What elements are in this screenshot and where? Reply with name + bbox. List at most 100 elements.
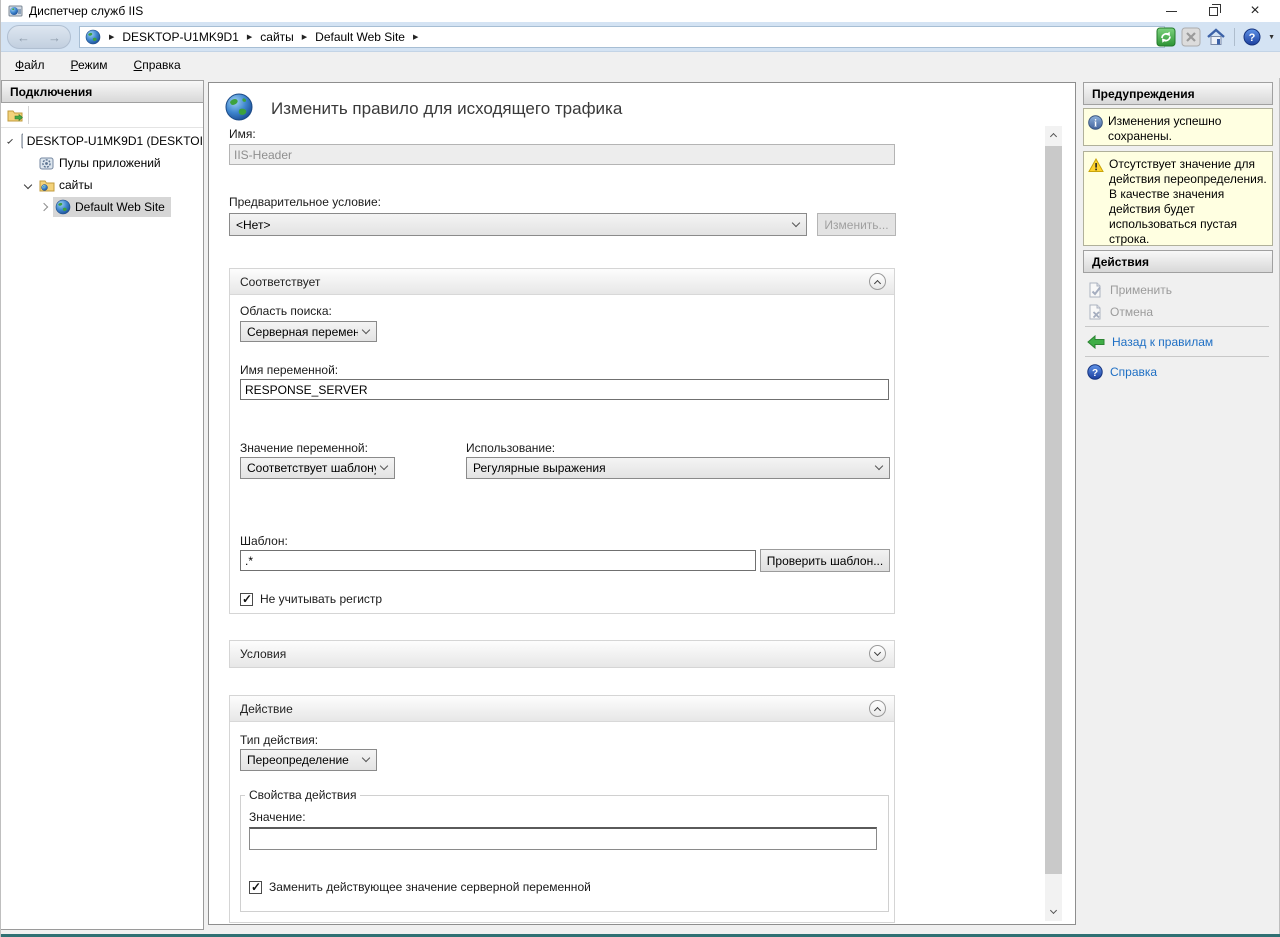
chevron-down-icon (362, 754, 370, 762)
collapse-button[interactable] (869, 273, 886, 290)
back-to-rules-action[interactable]: Назад к правилам (1087, 332, 1213, 352)
menu-view[interactable]: Режим (71, 58, 108, 72)
scope-label: Область поиска: (240, 304, 332, 318)
scope-value: Серверная переменн (247, 325, 358, 339)
connections-toolbar (1, 103, 203, 128)
using-value: Регулярные выражения (473, 461, 606, 475)
scrollbar-thumb[interactable] (1045, 146, 1062, 874)
chevron-down-icon (1050, 907, 1057, 914)
restore-icon (1209, 7, 1218, 16)
match-section-title: Соответствует (240, 275, 320, 289)
tree-item-server[interactable]: DESKTOP-U1MK9D1 (DESKTOI (1, 130, 203, 152)
action-type-label: Тип действия: (240, 733, 318, 747)
scroll-down-button[interactable] (1045, 902, 1062, 921)
back-to-rules-label: Назад к правилам (1112, 335, 1213, 349)
ignore-case-row[interactable]: Не учитывать регистр (240, 592, 382, 606)
menu-file[interactable]: Файл (15, 58, 45, 72)
chevron-down-icon (792, 218, 800, 226)
using-label: Использование: (466, 441, 555, 455)
site-globe-icon (55, 199, 71, 215)
action-value-field[interactable] (249, 827, 877, 850)
feature-globe-icon (224, 92, 254, 122)
selected-tree-item[interactable]: Default Web Site (53, 197, 171, 217)
expander-collapsed-icon[interactable] (40, 203, 48, 211)
breadcrumb-item-sites[interactable]: сайты (260, 30, 294, 44)
tree-item-label: DESKTOP-U1MK9D1 (DESKTOI (27, 134, 203, 148)
action-properties-group: Свойства действия Значение: Заменить дей… (240, 788, 889, 912)
expander-expanded-icon[interactable] (7, 138, 13, 144)
help-action[interactable]: ? Справка (1087, 362, 1157, 382)
ignore-case-checkbox[interactable] (240, 593, 253, 606)
warnings-header: Предупреждения (1083, 82, 1273, 105)
help-icon[interactable]: ? (1243, 28, 1261, 46)
tree-item-app-pools[interactable]: Пулы приложений (1, 152, 203, 174)
tree-item-sites[interactable]: сайты (1, 174, 203, 196)
help-dropdown-icon[interactable]: ▼ (1268, 34, 1275, 41)
variable-value-value: Соответствует шаблону (247, 461, 376, 475)
window-title: Диспетчер служб IIS (29, 4, 143, 18)
tree-item-label: Default Web Site (75, 200, 165, 214)
chevron-down-icon (874, 649, 881, 656)
precondition-label: Предварительное условие: (229, 195, 381, 209)
rule-editor-panel: Изменить правило для исходящего трафика … (208, 82, 1076, 925)
variable-name-field[interactable] (240, 379, 889, 400)
toolbar-divider (28, 106, 29, 124)
restore-button[interactable] (1193, 0, 1233, 22)
collapse-button[interactable] (869, 700, 886, 717)
test-pattern-button[interactable]: Проверить шаблон... (760, 549, 890, 572)
scroll-up-button[interactable] (1045, 126, 1062, 145)
home-icon[interactable] (1206, 27, 1226, 47)
stop-icon[interactable] (1181, 27, 1201, 47)
close-button[interactable]: × (1235, 0, 1275, 22)
action-type-select[interactable]: Переопределение (240, 749, 377, 771)
sites-folder-icon (39, 178, 55, 192)
variable-value-select[interactable]: Соответствует шаблону (240, 457, 395, 479)
replace-value-row[interactable]: Заменить действующее значение серверной … (249, 880, 591, 894)
variable-value-label: Значение переменной: (240, 441, 368, 455)
apply-action: Применить (1087, 280, 1172, 300)
back-nav-icon[interactable]: ← (17, 31, 30, 44)
connections-panel: Подключения DESKTOP-U1MK9D1 (DESKTOI (1, 80, 204, 930)
breadcrumb[interactable]: ▶ DESKTOP-U1MK9D1 ▶ сайты ▶ Default Web … (79, 26, 1165, 48)
refresh-icon[interactable] (1156, 27, 1176, 47)
warning-alert-text: Отсутствует значение для действия переоп… (1109, 157, 1268, 240)
minimize-icon (1166, 11, 1177, 12)
menu-help[interactable]: Справка (134, 58, 181, 72)
address-bar-tools: ? ▼ (1156, 26, 1275, 48)
ignore-case-label: Не учитывать регистр (260, 592, 382, 606)
chevron-up-icon (874, 279, 881, 286)
using-select[interactable]: Регулярные выражения (466, 457, 890, 479)
nav-buttons: ← → (7, 25, 71, 49)
connect-folder-icon[interactable] (7, 107, 24, 123)
menu-bar: Файл Режим Справка (1, 52, 1280, 78)
forward-nav-icon[interactable]: → (48, 31, 61, 44)
main-scrollbar[interactable] (1045, 126, 1062, 921)
expand-button[interactable] (869, 645, 886, 662)
replace-value-checkbox[interactable] (249, 881, 262, 894)
replace-value-label: Заменить действующее значение серверной … (269, 880, 591, 894)
tree-item-default-web-site[interactable]: Default Web Site (1, 196, 203, 218)
svg-text:i: i (1094, 118, 1097, 129)
edit-precondition-button[interactable]: Изменить... (817, 213, 896, 236)
breadcrumb-item-site[interactable]: Default Web Site (315, 30, 405, 44)
chevron-down-icon (875, 462, 883, 470)
crumb-separator-icon: ▶ (302, 33, 307, 41)
minimize-button[interactable] (1151, 0, 1191, 22)
chevron-down-icon (362, 325, 370, 333)
action-section-title: Действие (240, 702, 293, 716)
server-icon (19, 133, 23, 149)
info-icon: i (1088, 115, 1103, 130)
action-type-value: Переопределение (247, 753, 349, 767)
address-bar: ← → ▶ DESKTOP-U1MK9D1 ▶ сайты ▶ Default … (1, 22, 1280, 52)
precondition-select[interactable]: <Нет> (229, 213, 807, 236)
apply-icon (1087, 282, 1103, 298)
pattern-field[interactable] (240, 550, 756, 571)
cancel-action: Отмена (1087, 302, 1153, 322)
breadcrumb-item-server[interactable]: DESKTOP-U1MK9D1 (122, 30, 238, 44)
apply-label: Применить (1110, 283, 1172, 297)
globe-icon (85, 29, 101, 45)
scope-select[interactable]: Серверная переменн (240, 321, 377, 342)
precondition-value: <Нет> (236, 218, 270, 232)
expander-expanded-icon[interactable] (24, 181, 32, 189)
page-title: Изменить правило для исходящего трафика (271, 99, 622, 119)
